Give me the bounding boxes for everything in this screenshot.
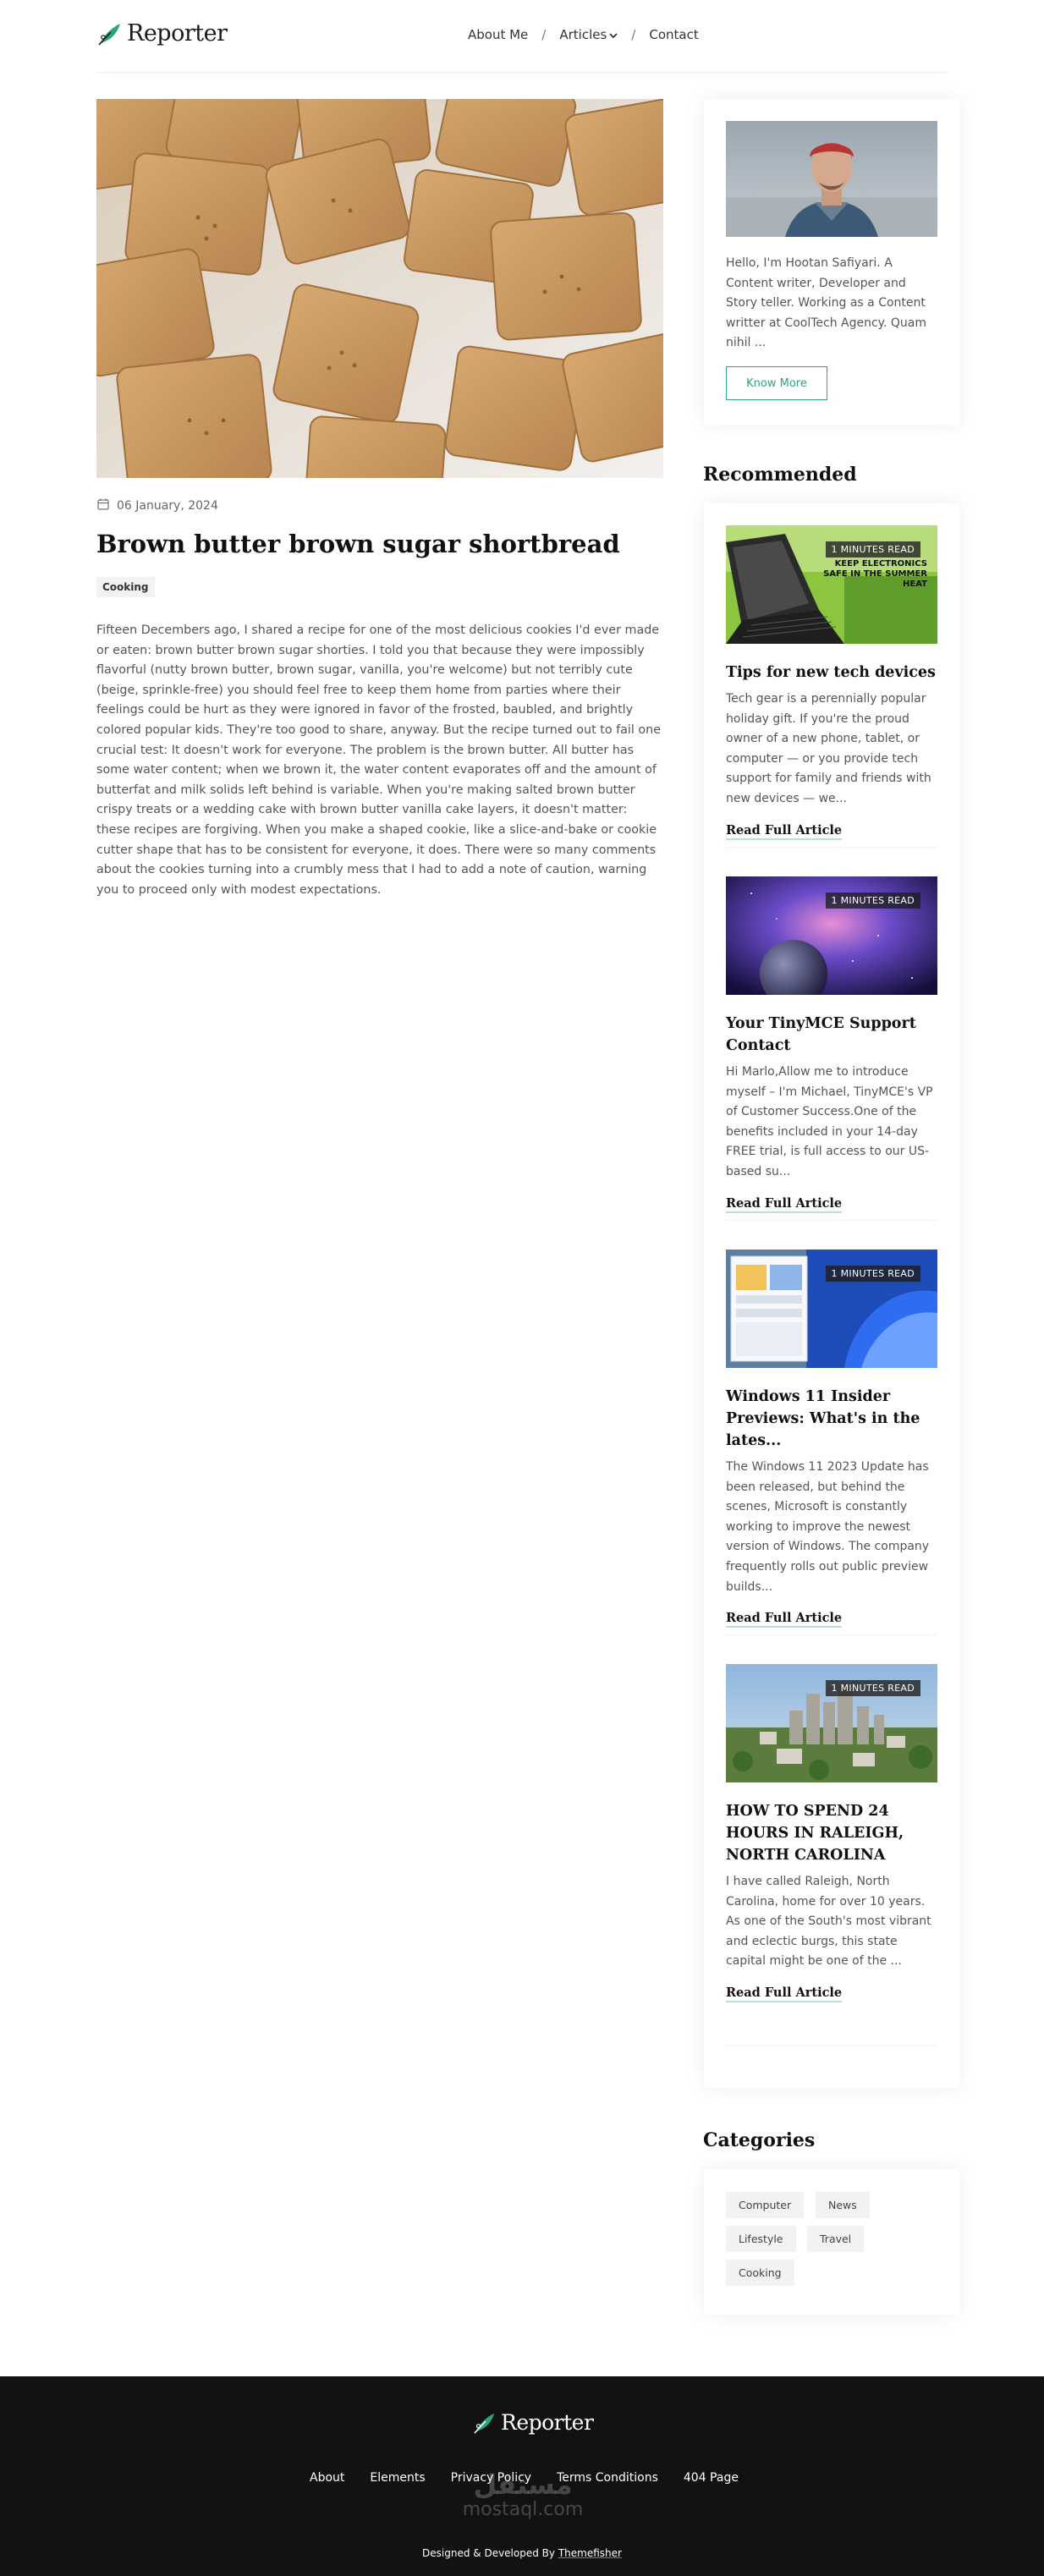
author-card: Hello, I'm Hootan Safiyari. A Content wr… bbox=[704, 99, 959, 425]
read-full-article-link[interactable]: Read Full Article bbox=[726, 1196, 843, 1213]
post-hero-image bbox=[96, 99, 663, 478]
footer-link-404-page[interactable]: 404 Page bbox=[684, 2471, 739, 2485]
read-full-article-link[interactable]: Read Full Article bbox=[726, 1986, 843, 2002]
site-header: Reporter About Me / Articles / Contact bbox=[0, 0, 1044, 73]
footer-link-elements[interactable]: Elements bbox=[370, 2471, 425, 2485]
recommended-list: 1 MINUTES READ KEEP ELECTRONICS SAFE IN … bbox=[704, 503, 959, 2088]
category-lifestyle[interactable]: Lifestyle bbox=[726, 2226, 796, 2252]
nav-contact[interactable]: Contact bbox=[649, 27, 698, 42]
nav-articles[interactable]: Articles bbox=[559, 27, 618, 42]
nav-articles-label: Articles bbox=[559, 27, 607, 42]
site-footer: Reporter مستقل mostaql.com About Element… bbox=[0, 2376, 1044, 2576]
site-logo[interactable]: Reporter bbox=[96, 20, 228, 47]
divider bbox=[726, 1220, 937, 1221]
recommended-item: 1 MINUTES READ Windows 11 Insider Previe… bbox=[726, 1250, 937, 1629]
category-computer[interactable]: Computer bbox=[726, 2192, 805, 2218]
author-photo bbox=[726, 121, 937, 237]
leaf-pen-icon bbox=[474, 2413, 495, 2434]
footer-nav: About Elements Privacy Policy Terms Cond… bbox=[310, 2471, 739, 2485]
read-time-badge: 1 MINUTES READ bbox=[825, 1266, 920, 1282]
post-title: Brown butter brown sugar shortbread bbox=[96, 530, 620, 558]
article-title[interactable]: Windows 11 Insider Previews: What's in t… bbox=[726, 1386, 937, 1452]
footer-link-terms-conditions[interactable]: Terms Conditions bbox=[557, 2471, 658, 2485]
author-bio: Hello, I'm Hootan Safiyari. A Content wr… bbox=[726, 256, 926, 350]
main-nav: About Me / Articles / Contact bbox=[468, 27, 699, 42]
divider bbox=[726, 2045, 937, 2046]
footer-link-about[interactable]: About bbox=[310, 2471, 344, 2485]
article-thumbnail[interactable]: 1 MINUTES READ bbox=[726, 876, 937, 995]
post-date: 06 January, 2024 bbox=[96, 497, 218, 514]
article-excerpt: The Windows 11 2023 Update has been rele… bbox=[726, 1460, 930, 1594]
post-date-text: 06 January, 2024 bbox=[117, 499, 218, 513]
categories-heading: Categories bbox=[703, 2129, 816, 2151]
article-title[interactable]: Your TinyMCE Support Contact bbox=[726, 1013, 937, 1057]
footer-logo[interactable]: Reporter bbox=[472, 2410, 594, 2435]
calendar-icon bbox=[96, 497, 110, 514]
leaf-pen-icon bbox=[98, 23, 120, 46]
recommended-item: 1 MINUTES READ KEEP ELECTRONICS SAFE IN … bbox=[726, 525, 937, 840]
read-full-article-link[interactable]: Read Full Article bbox=[726, 823, 843, 840]
article-thumbnail[interactable]: 1 MINUTES READ bbox=[726, 1664, 937, 1782]
article-excerpt: I have called Raleigh, North Carolina, h… bbox=[726, 1875, 931, 1969]
nav-separator: / bbox=[631, 27, 636, 42]
read-time-badge: 1 MINUTES READ bbox=[825, 1680, 920, 1696]
divider bbox=[726, 1634, 937, 1635]
post-tag[interactable]: Cooking bbox=[96, 577, 155, 597]
categories-list: Computer News Lifestyle Travel Cooking bbox=[704, 2169, 959, 2315]
article-title[interactable]: HOW TO SPEND 24 HOURS IN RALEIGH, NORTH … bbox=[726, 1800, 937, 1866]
read-full-article-link[interactable]: Read Full Article bbox=[726, 1611, 843, 1629]
credit-link[interactable]: Themefisher bbox=[558, 2547, 622, 2559]
divider bbox=[726, 847, 937, 848]
brand-name: Reporter bbox=[127, 20, 228, 47]
footer-brand-name: Reporter bbox=[501, 2410, 594, 2435]
recommended-item: 1 MINUTES READ HOW TO SPEND 24 HOURS IN … bbox=[726, 1664, 937, 2002]
article-excerpt: Tech gear is a perennially popular holid… bbox=[726, 692, 931, 805]
article-title[interactable]: Tips for new tech devices bbox=[726, 662, 937, 684]
article-excerpt: Hi Marlo,Allow me to introduce myself – … bbox=[726, 1065, 933, 1178]
recommended-item: 1 MINUTES READ Your TinyMCE Support Cont… bbox=[726, 876, 937, 1213]
read-time-badge: 1 MINUTES READ bbox=[825, 541, 920, 557]
nav-about-me[interactable]: About Me bbox=[468, 27, 528, 42]
nav-separator: / bbox=[541, 27, 547, 42]
chevron-down-icon bbox=[609, 27, 618, 42]
footer-link-privacy-policy[interactable]: Privacy Policy bbox=[451, 2471, 531, 2485]
post-body: Fifteen Decembers ago, I shared a recipe… bbox=[96, 623, 662, 897]
know-more-button[interactable]: Know More bbox=[726, 366, 827, 400]
thumbnail-caption: KEEP ELECTRONICS SAFE IN THE SUMMER HEAT bbox=[823, 559, 927, 589]
category-news[interactable]: News bbox=[816, 2192, 870, 2218]
footer-credit: Designed & Developed By Themefisher bbox=[0, 2547, 1044, 2559]
article-thumbnail[interactable]: 1 MINUTES READ KEEP ELECTRONICS SAFE IN … bbox=[726, 525, 937, 644]
article-thumbnail[interactable]: 1 MINUTES READ bbox=[726, 1250, 937, 1368]
category-cooking[interactable]: Cooking bbox=[726, 2260, 794, 2286]
credit-text: Designed & Developed By bbox=[422, 2547, 555, 2559]
read-time-badge: 1 MINUTES READ bbox=[825, 893, 920, 909]
category-travel[interactable]: Travel bbox=[807, 2226, 865, 2252]
watermark-url: mostaql.com bbox=[462, 2499, 584, 2520]
recommended-heading: Recommended bbox=[703, 464, 857, 486]
